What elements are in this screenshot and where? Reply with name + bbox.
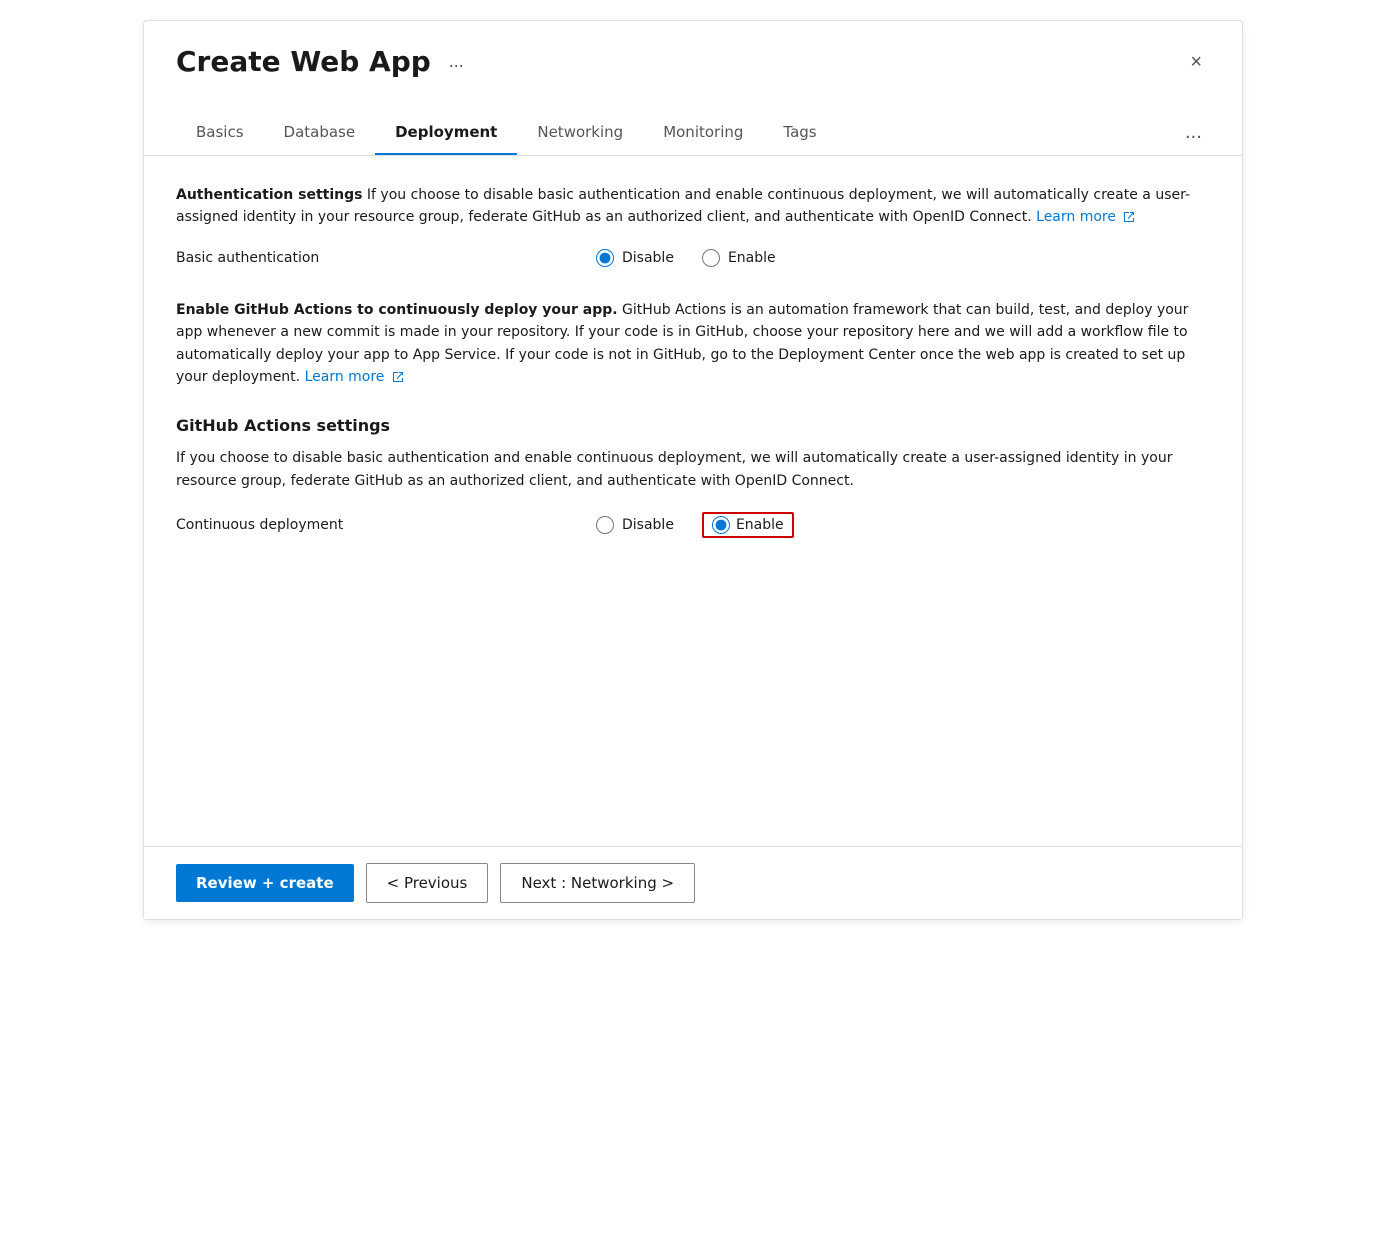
basic-auth-disable-option[interactable]: Disable — [596, 249, 674, 267]
basic-auth-label: Basic authentication — [176, 250, 396, 266]
continuous-deployment-label: Continuous deployment — [176, 517, 396, 533]
tabs-more-button[interactable]: ... — [1177, 110, 1210, 155]
dialog-footer: Review + create < Previous Next : Networ… — [144, 846, 1242, 919]
github-actions-description: If you choose to disable basic authentic… — [176, 447, 1210, 492]
continuous-enable-option[interactable]: Enable — [702, 512, 794, 538]
continuous-enable-radio[interactable] — [712, 516, 730, 534]
external-link-icon — [1123, 211, 1135, 223]
page-title: Create Web App — [176, 45, 431, 78]
tab-monitoring[interactable]: Monitoring — [643, 111, 763, 155]
enable-highlight-box: Enable — [702, 512, 794, 538]
github-actions-settings-title: GitHub Actions settings — [176, 416, 1210, 435]
continuous-deployment-row: Continuous deployment Disable Enable — [176, 512, 1210, 538]
title-ellipsis-button[interactable]: ... — [443, 47, 470, 76]
tab-networking[interactable]: Networking — [517, 111, 643, 155]
tab-tags[interactable]: Tags — [763, 111, 836, 155]
basic-auth-enable-radio[interactable] — [702, 249, 720, 267]
basic-auth-enable-option[interactable]: Enable — [702, 249, 776, 267]
auth-description-bold: Authentication settings — [176, 187, 362, 203]
basic-auth-disable-label: Disable — [622, 250, 674, 266]
basic-auth-enable-label: Enable — [728, 250, 776, 266]
auth-description: Authentication settings If you choose to… — [176, 184, 1210, 229]
auth-settings-section: Authentication settings If you choose to… — [176, 184, 1210, 267]
continuous-disable-radio[interactable] — [596, 516, 614, 534]
close-button[interactable]: × — [1182, 48, 1210, 76]
github-description-bold: Enable GitHub Actions to continuously de… — [176, 302, 618, 318]
basic-auth-row: Basic authentication Disable Enable — [176, 249, 1210, 267]
continuous-disable-label: Disable — [622, 517, 674, 533]
github-description: Enable GitHub Actions to continuously de… — [176, 299, 1210, 389]
continuous-enable-label: Enable — [736, 517, 784, 533]
github-actions-section: Enable GitHub Actions to continuously de… — [176, 299, 1210, 389]
tabs-row: Basics Database Deployment Networking Mo… — [144, 110, 1242, 156]
next-button[interactable]: Next : Networking > — [500, 863, 695, 903]
tab-basics[interactable]: Basics — [176, 111, 264, 155]
tab-database[interactable]: Database — [264, 111, 376, 155]
github-actions-settings-section: GitHub Actions settings If you choose to… — [176, 416, 1210, 538]
review-create-button[interactable]: Review + create — [176, 864, 354, 902]
basic-auth-disable-radio[interactable] — [596, 249, 614, 267]
tab-deployment[interactable]: Deployment — [375, 111, 517, 155]
previous-button[interactable]: < Previous — [366, 863, 489, 903]
basic-auth-radio-group: Disable Enable — [596, 249, 776, 267]
continuous-disable-option[interactable]: Disable — [596, 516, 674, 534]
continuous-deployment-radio-group: Disable Enable — [596, 512, 794, 538]
github-learn-more-link[interactable]: Learn more — [305, 369, 385, 385]
dialog-body: Authentication settings If you choose to… — [144, 156, 1242, 846]
auth-learn-more-link[interactable]: Learn more — [1036, 209, 1116, 225]
external-link-icon-2 — [392, 371, 404, 383]
